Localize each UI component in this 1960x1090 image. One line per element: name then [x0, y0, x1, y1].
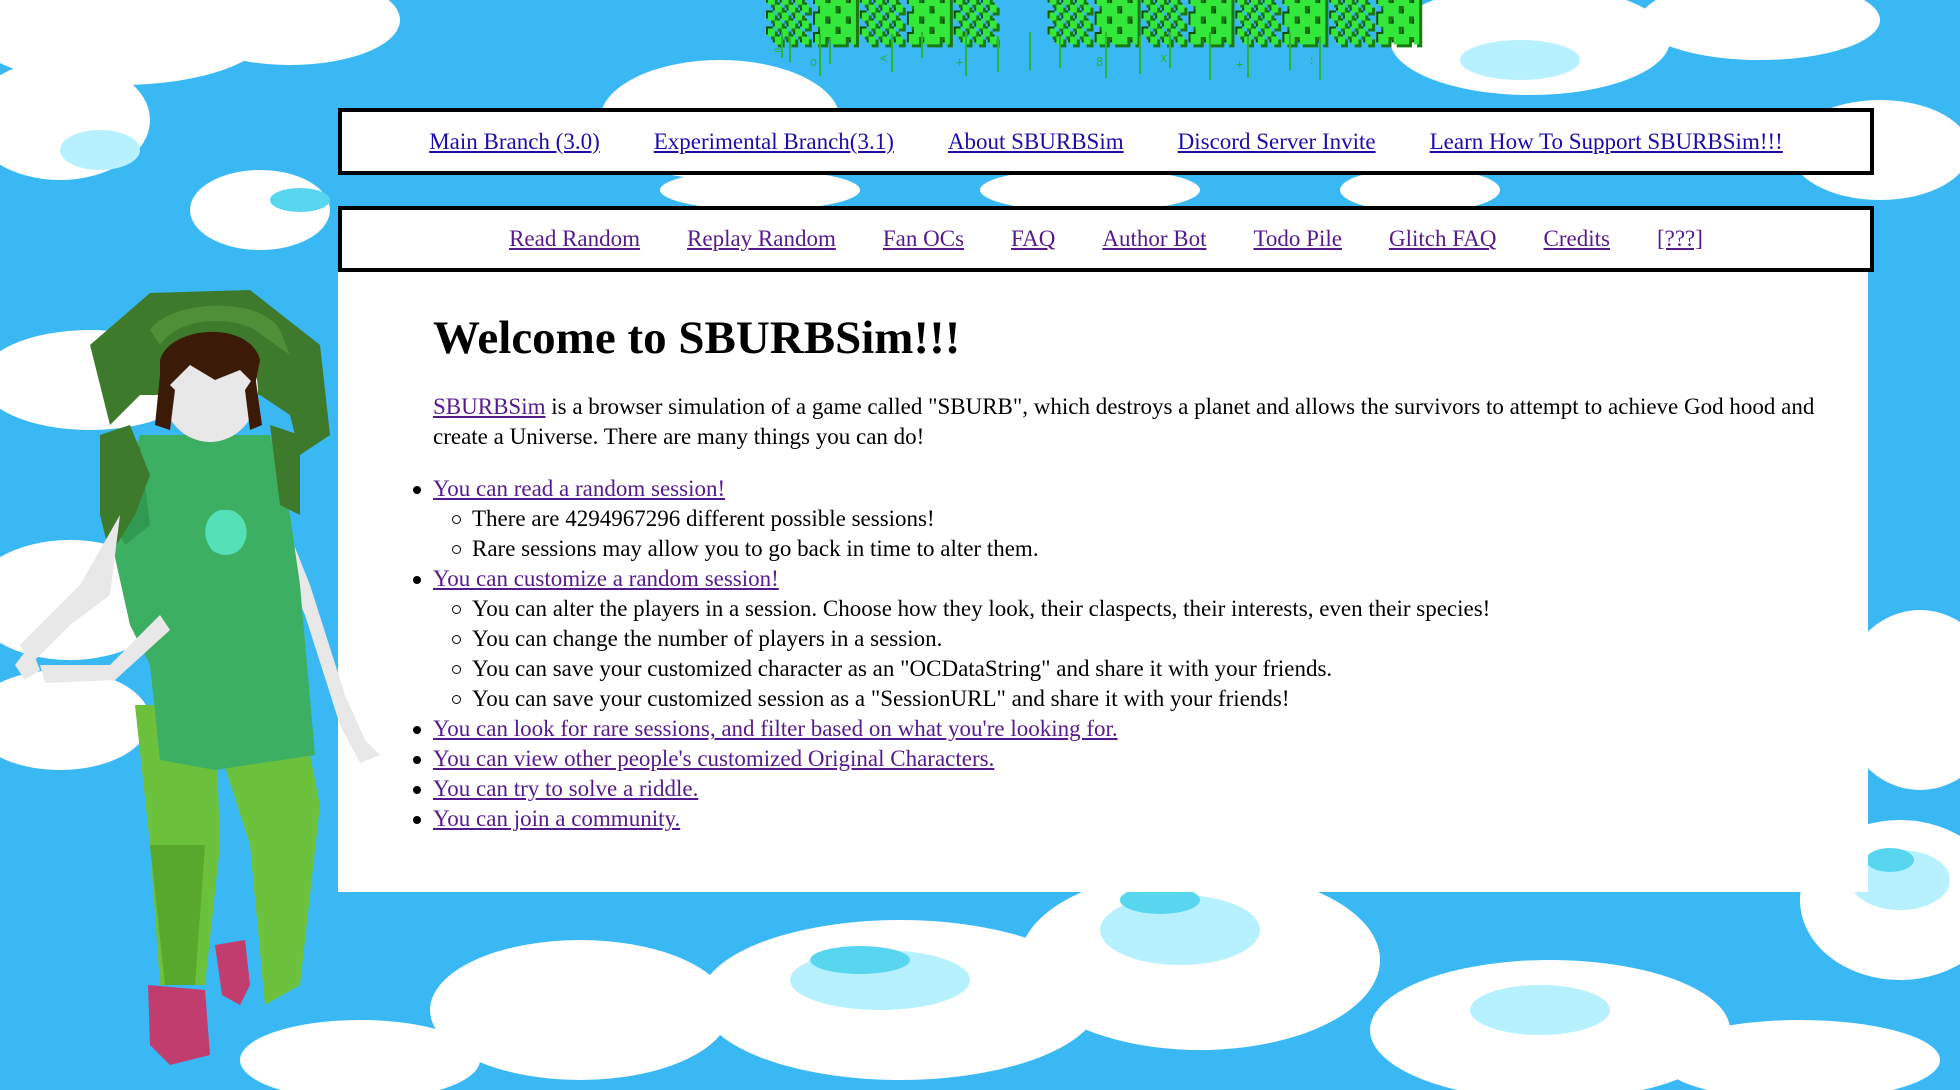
sub-list-item: You can save your customized character a…: [452, 654, 1836, 684]
svg-text:x: x: [1160, 51, 1167, 65]
main-content: Welcome to SBURBSim!!! SBURBSim is a bro…: [338, 272, 1868, 892]
list-item: You can view other people's customized O…: [413, 744, 1836, 774]
nav-read-random-link[interactable]: Read Random: [509, 226, 640, 252]
intro-text: is a browser simulation of a game called…: [433, 394, 1815, 450]
svg-text::: :: [1308, 53, 1315, 67]
sub-list-item: You can save your customized session as …: [452, 684, 1836, 714]
community-link[interactable]: You can join a community.: [433, 806, 680, 831]
nav-faq-link[interactable]: FAQ: [1011, 226, 1055, 252]
nav-credits-link[interactable]: Credits: [1544, 226, 1610, 252]
nav-discord-invite-link[interactable]: Discord Server Invite: [1178, 129, 1376, 155]
secondary-nav: Read Random Replay Random Fan OCs FAQ Au…: [338, 206, 1874, 272]
list-item: You can join a community.: [413, 804, 1836, 834]
nav-todo-pile-link[interactable]: Todo Pile: [1253, 226, 1341, 252]
rare-sessions-link[interactable]: You can look for rare sessions, and filt…: [433, 716, 1118, 741]
logo-code-rain: = o < + 8 x + :: [774, 32, 1321, 80]
riddle-link[interactable]: You can try to solve a riddle.: [433, 776, 698, 801]
customize-session-link[interactable]: You can customize a random session!: [433, 566, 779, 591]
nav-main-branch-link[interactable]: Main Branch (3.0): [429, 129, 600, 155]
list-item: You can look for rare sessions, and filt…: [413, 714, 1836, 744]
read-random-session-link[interactable]: You can read a random session!: [433, 476, 725, 501]
nav-support-link[interactable]: Learn How To Support SBURBSim!!!: [1430, 129, 1783, 155]
sub-list-item: Rare sessions may allow you to go back i…: [452, 534, 1836, 564]
sub-list: There are 4294967296 different possible …: [433, 504, 1836, 564]
list-item: You can customize a random session! You …: [413, 564, 1836, 714]
page-title: Welcome to SBURBSim!!!: [433, 312, 961, 364]
intro-sburbsim-link[interactable]: SBURBSim: [433, 394, 546, 419]
view-ocs-link[interactable]: You can view other people's customized O…: [433, 746, 994, 771]
list-item: You can read a random session! There are…: [413, 474, 1836, 564]
sub-list-item: There are 4294967296 different possible …: [452, 504, 1836, 534]
sub-list-item: You can alter the players in a session. …: [452, 594, 1836, 624]
nav-replay-random-link[interactable]: Replay Random: [687, 226, 836, 252]
sub-list-item: You can change the number of players in …: [452, 624, 1836, 654]
nav-about-link[interactable]: About SBURBSim: [948, 129, 1124, 155]
list-item: You can try to solve a riddle.: [413, 774, 1836, 804]
nav-fan-ocs-link[interactable]: Fan OCs: [883, 226, 964, 252]
intro-paragraph: SBURBSim is a browser simulation of a ga…: [433, 392, 1836, 452]
nav-author-bot-link[interactable]: Author Bot: [1102, 226, 1206, 252]
primary-nav: Main Branch (3.0) Experimental Branch(3.…: [338, 108, 1874, 175]
site-logo: ▒▓▒▓▒ ▒▓▒▓▒▓▒▓ = o < + 8 x +:: [760, 0, 1420, 106]
svg-text:+: +: [956, 55, 963, 69]
nav-experimental-branch-link[interactable]: Experimental Branch(3.1): [654, 129, 894, 155]
sub-list: You can alter the players in a session. …: [433, 594, 1836, 714]
svg-text:=: =: [774, 43, 781, 57]
svg-text:8: 8: [1096, 55, 1103, 69]
nav-mystery-link[interactable]: [???]: [1657, 226, 1703, 252]
svg-text:o: o: [810, 55, 817, 69]
nav-glitch-faq-link[interactable]: Glitch FAQ: [1389, 226, 1497, 252]
feature-list: You can read a random session! There are…: [413, 474, 1836, 834]
svg-text:+: +: [1236, 57, 1243, 71]
character-illustration: [15, 290, 380, 1065]
svg-text:<: <: [880, 51, 887, 65]
